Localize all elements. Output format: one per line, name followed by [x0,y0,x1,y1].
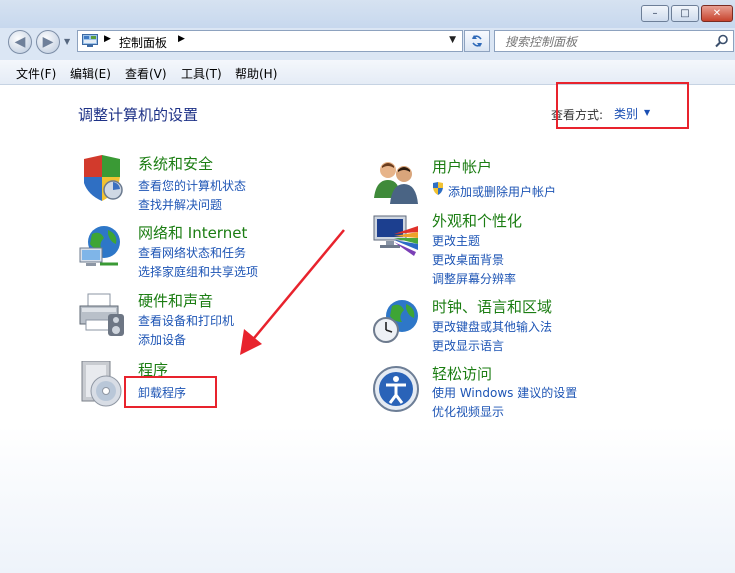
menu-edit[interactable]: 编辑(E) [70,65,111,82]
annotation-arrow [240,229,345,355]
breadcrumb-separator-icon[interactable]: ▶ [178,34,185,44]
address-dropdown-icon[interactable]: ▼ [449,35,456,45]
recent-pages-dropdown[interactable]: ▼ [64,37,70,46]
forward-arrow-icon: ▶ [42,34,54,50]
close-button[interactable]: ✕ [701,5,733,22]
breadcrumb-separator-icon[interactable]: ▶ [104,34,111,44]
search-box[interactable] [494,30,734,52]
refresh-button[interactable] [464,30,490,52]
control-panel-icon [82,34,98,47]
back-button[interactable]: ◀ [8,30,32,54]
menu-file[interactable]: 文件(F) [16,65,56,82]
menu-view[interactable]: 查看(V) [125,65,167,82]
menu-tools[interactable]: 工具(T) [181,65,222,82]
menu-help[interactable]: 帮助(H) [235,65,277,82]
window-controls: – □ ✕ [641,5,733,22]
refresh-icon [472,35,482,47]
title-bar: – □ ✕ [0,0,735,28]
control-panel-content: 调整计算机的设置 查看方式: 类别 ▼ 系统和安全 查看您的计算机状态 查找并解… [0,82,735,573]
address-bar[interactable]: ▶ 控制面板 ▶ ▼ [77,30,463,52]
minimize-button[interactable]: – [641,5,669,22]
search-icon[interactable] [715,34,729,48]
navigation-bar: ◀ ▶ ▼ ▶ 控制面板 ▶ ▼ [0,28,735,58]
back-arrow-icon: ◀ [14,34,26,50]
search-input[interactable] [503,33,707,51]
breadcrumb-control-panel[interactable]: 控制面板 [119,34,167,51]
maximize-button[interactable]: □ [671,5,699,22]
forward-button[interactable]: ▶ [36,30,60,54]
